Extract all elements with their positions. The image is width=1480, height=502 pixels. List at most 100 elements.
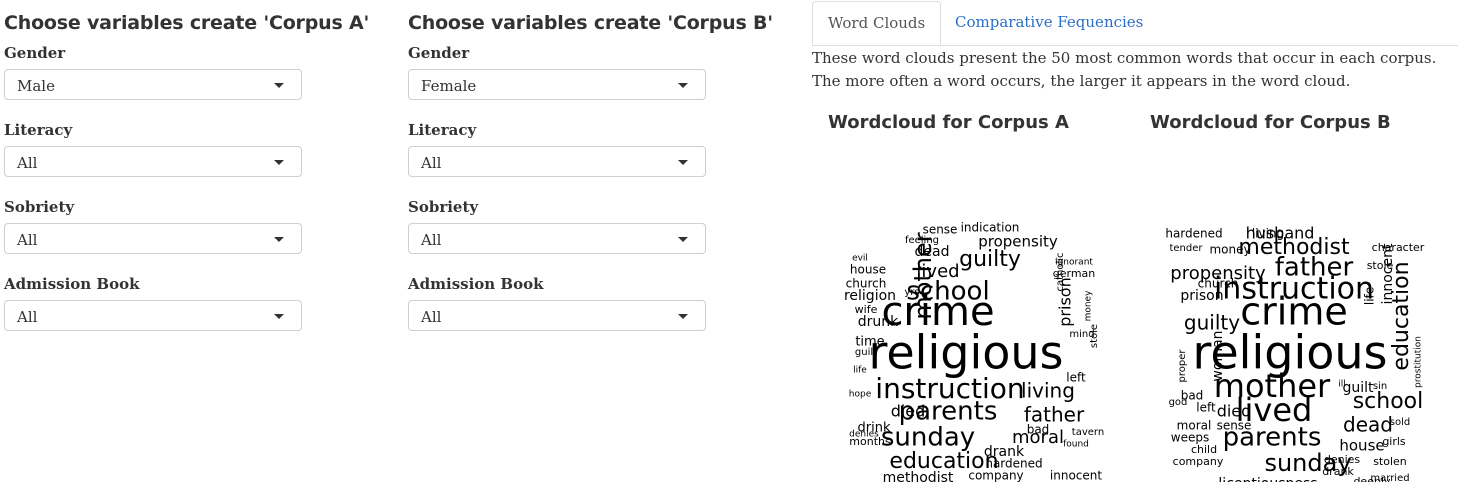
wordcloud-a-word: guilt xyxy=(855,347,877,358)
wordcloud-b-word: prostitution xyxy=(1414,336,1424,388)
results-panel: Word Clouds Comparative Fequencies These… xyxy=(812,0,1458,502)
caret-down-icon xyxy=(678,237,688,242)
corpus-a-title: Choose variables create 'Corpus A' xyxy=(4,12,370,34)
literacy-select-b[interactable]: All xyxy=(408,146,706,177)
sobriety-label: Sobriety xyxy=(408,198,479,216)
wordcloud-a-word: company xyxy=(968,469,1023,483)
gender-select-value: Female xyxy=(421,77,477,95)
sobriety-field-b: Sobriety All xyxy=(408,198,718,254)
gender-field-a: Gender Male xyxy=(4,44,314,100)
wordcloud-a-word: life xyxy=(853,366,867,376)
wordcloud-b-word: company xyxy=(1173,455,1224,468)
gender-select-value: Male xyxy=(17,77,55,95)
wordcloud-a-word: mind xyxy=(1069,329,1094,340)
wordcloud-b-word: ill xyxy=(1338,380,1346,390)
wordcloud-b-word: church xyxy=(1198,277,1239,291)
wordcloud-b-word: life xyxy=(1363,287,1377,305)
wordcloud-a-word: yrs xyxy=(904,287,919,298)
admission-book-select-b[interactable]: All xyxy=(408,300,706,331)
literacy-field-a: Literacy All xyxy=(4,121,314,177)
literacy-label: Literacy xyxy=(408,121,477,139)
wordcloud-b-word: girls xyxy=(1382,435,1406,448)
wordcloud-b-word: licentiousness xyxy=(1218,476,1317,482)
corpus-b-title: Choose variables create 'Corpus B' xyxy=(408,12,773,34)
admission-book-select-value: All xyxy=(17,308,38,326)
caret-down-icon xyxy=(274,160,284,165)
wordcloud-b: religious crime instruction mother lived pare… xyxy=(1158,206,1434,483)
sobriety-field-a: Sobriety All xyxy=(4,198,314,254)
wordcloud-b-word: character xyxy=(1372,241,1425,254)
wordcloud-b-word: drank xyxy=(1322,465,1354,478)
wordcloud-b-word: woman xyxy=(1210,330,1226,381)
wordcloud-b-word: hardened xyxy=(1165,227,1222,241)
wordcloud-b-word: house xyxy=(1339,437,1384,455)
literacy-field-b: Literacy All xyxy=(408,121,718,177)
wordcloud-a-word: found xyxy=(1063,440,1089,450)
sobriety-select-value: All xyxy=(17,231,38,249)
wordcloud-a-word: evil xyxy=(852,254,868,264)
wordcloud-b-word: denies xyxy=(1324,453,1361,466)
wordcloud-a-word: dead xyxy=(915,244,950,260)
sobriety-select-value: All xyxy=(421,231,442,249)
wordcloud-b-word: god xyxy=(1169,397,1188,408)
wordcloud-a-word: lived xyxy=(916,261,959,282)
literacy-select-a[interactable]: All xyxy=(4,146,302,177)
admission-book-field-b: Admission Book All xyxy=(408,275,718,331)
wordcloud-a-title: Wordcloud for Corpus A xyxy=(828,112,1069,133)
wordcloud-a-word: sunday xyxy=(881,423,975,453)
wordcloud-a-word: drunk xyxy=(858,314,899,330)
wordcloud-b-word: stolen xyxy=(1373,455,1407,468)
tab-comparative-frequencies[interactable]: Comparative Fequencies xyxy=(940,1,1158,45)
gender-label: Gender xyxy=(4,44,66,62)
wordcloud-a-word: tavern xyxy=(1072,427,1104,438)
sobriety-select-a[interactable]: All xyxy=(4,223,302,254)
wordcloud-a-word: indication xyxy=(961,221,1020,235)
wordcloud-b-word: money xyxy=(1209,243,1250,257)
literacy-label: Literacy xyxy=(4,121,73,139)
wordcloud-a-word: wife xyxy=(855,303,878,316)
wordcloud-a-word: church xyxy=(846,277,887,291)
wordcloud-a-word: propensity xyxy=(978,233,1058,251)
caret-down-icon xyxy=(274,237,284,242)
admission-book-select-value: All xyxy=(421,308,442,326)
wordcloud-b-title: Wordcloud for Corpus B xyxy=(1150,112,1391,133)
wordcloud-a-word: drank xyxy=(984,444,1025,460)
wordcloud-a-word: denies xyxy=(849,430,879,440)
admission-book-select-a[interactable]: All xyxy=(4,300,302,331)
wordcloud-a-word: innocent xyxy=(1050,469,1102,483)
gender-select-b[interactable]: Female xyxy=(408,69,706,100)
wordcloud-a-word: methodist xyxy=(883,470,954,482)
caret-down-icon xyxy=(274,314,284,319)
corpus-b-panel: Choose variables create 'Corpus B' Gende… xyxy=(408,0,773,352)
gender-select-a[interactable]: Male xyxy=(4,69,302,100)
wordcloud-a-word: left xyxy=(1066,371,1086,385)
admission-book-label: Admission Book xyxy=(4,275,140,293)
tab-bar: Word Clouds Comparative Fequencies xyxy=(812,0,1458,46)
wordcloud-b-word: dead xyxy=(1343,413,1393,437)
wordcloud-a-word: german xyxy=(1053,267,1096,280)
wordcloud-b-word: tender xyxy=(1169,243,1203,254)
caret-down-icon xyxy=(274,83,284,88)
wordcloud-a: religious crime instruction sunday parents sc… xyxy=(838,206,1114,483)
sobriety-select-b[interactable]: All xyxy=(408,223,706,254)
wordcloud-a-word: ignorant xyxy=(1055,258,1093,268)
gender-label: Gender xyxy=(408,44,470,62)
wordcloud-a-word: hope xyxy=(849,390,872,400)
wordcloud-a-canvas: religiouscrimeinstructionsundayparentssc… xyxy=(844,221,1104,483)
wordcloud-b-canvas: religiouscrimeinstructionmotherlivedpare… xyxy=(1165,224,1425,483)
wordcloud-b-word: sin xyxy=(1373,381,1387,392)
wordcloud-b-word: stole xyxy=(1367,259,1394,272)
tab-word-clouds[interactable]: Word Clouds xyxy=(812,1,942,45)
caret-down-icon xyxy=(678,160,688,165)
caret-down-icon xyxy=(678,314,688,319)
wordcloud-description: These word clouds present the 50 most co… xyxy=(812,49,1437,90)
wordcloud-a-word: money xyxy=(1084,290,1094,322)
gender-field-b: Gender Female xyxy=(408,44,718,100)
wordcloud-b-word: left xyxy=(1196,401,1216,415)
admission-book-label: Admission Book xyxy=(408,275,544,293)
wordcloud-b-word: sense xyxy=(1217,419,1252,433)
caret-down-icon xyxy=(678,83,688,88)
wordcloud-a-word: bad xyxy=(1027,423,1050,437)
literacy-select-value: All xyxy=(17,154,38,172)
corpus-a-panel: Choose variables create 'Corpus A' Gende… xyxy=(4,0,370,352)
